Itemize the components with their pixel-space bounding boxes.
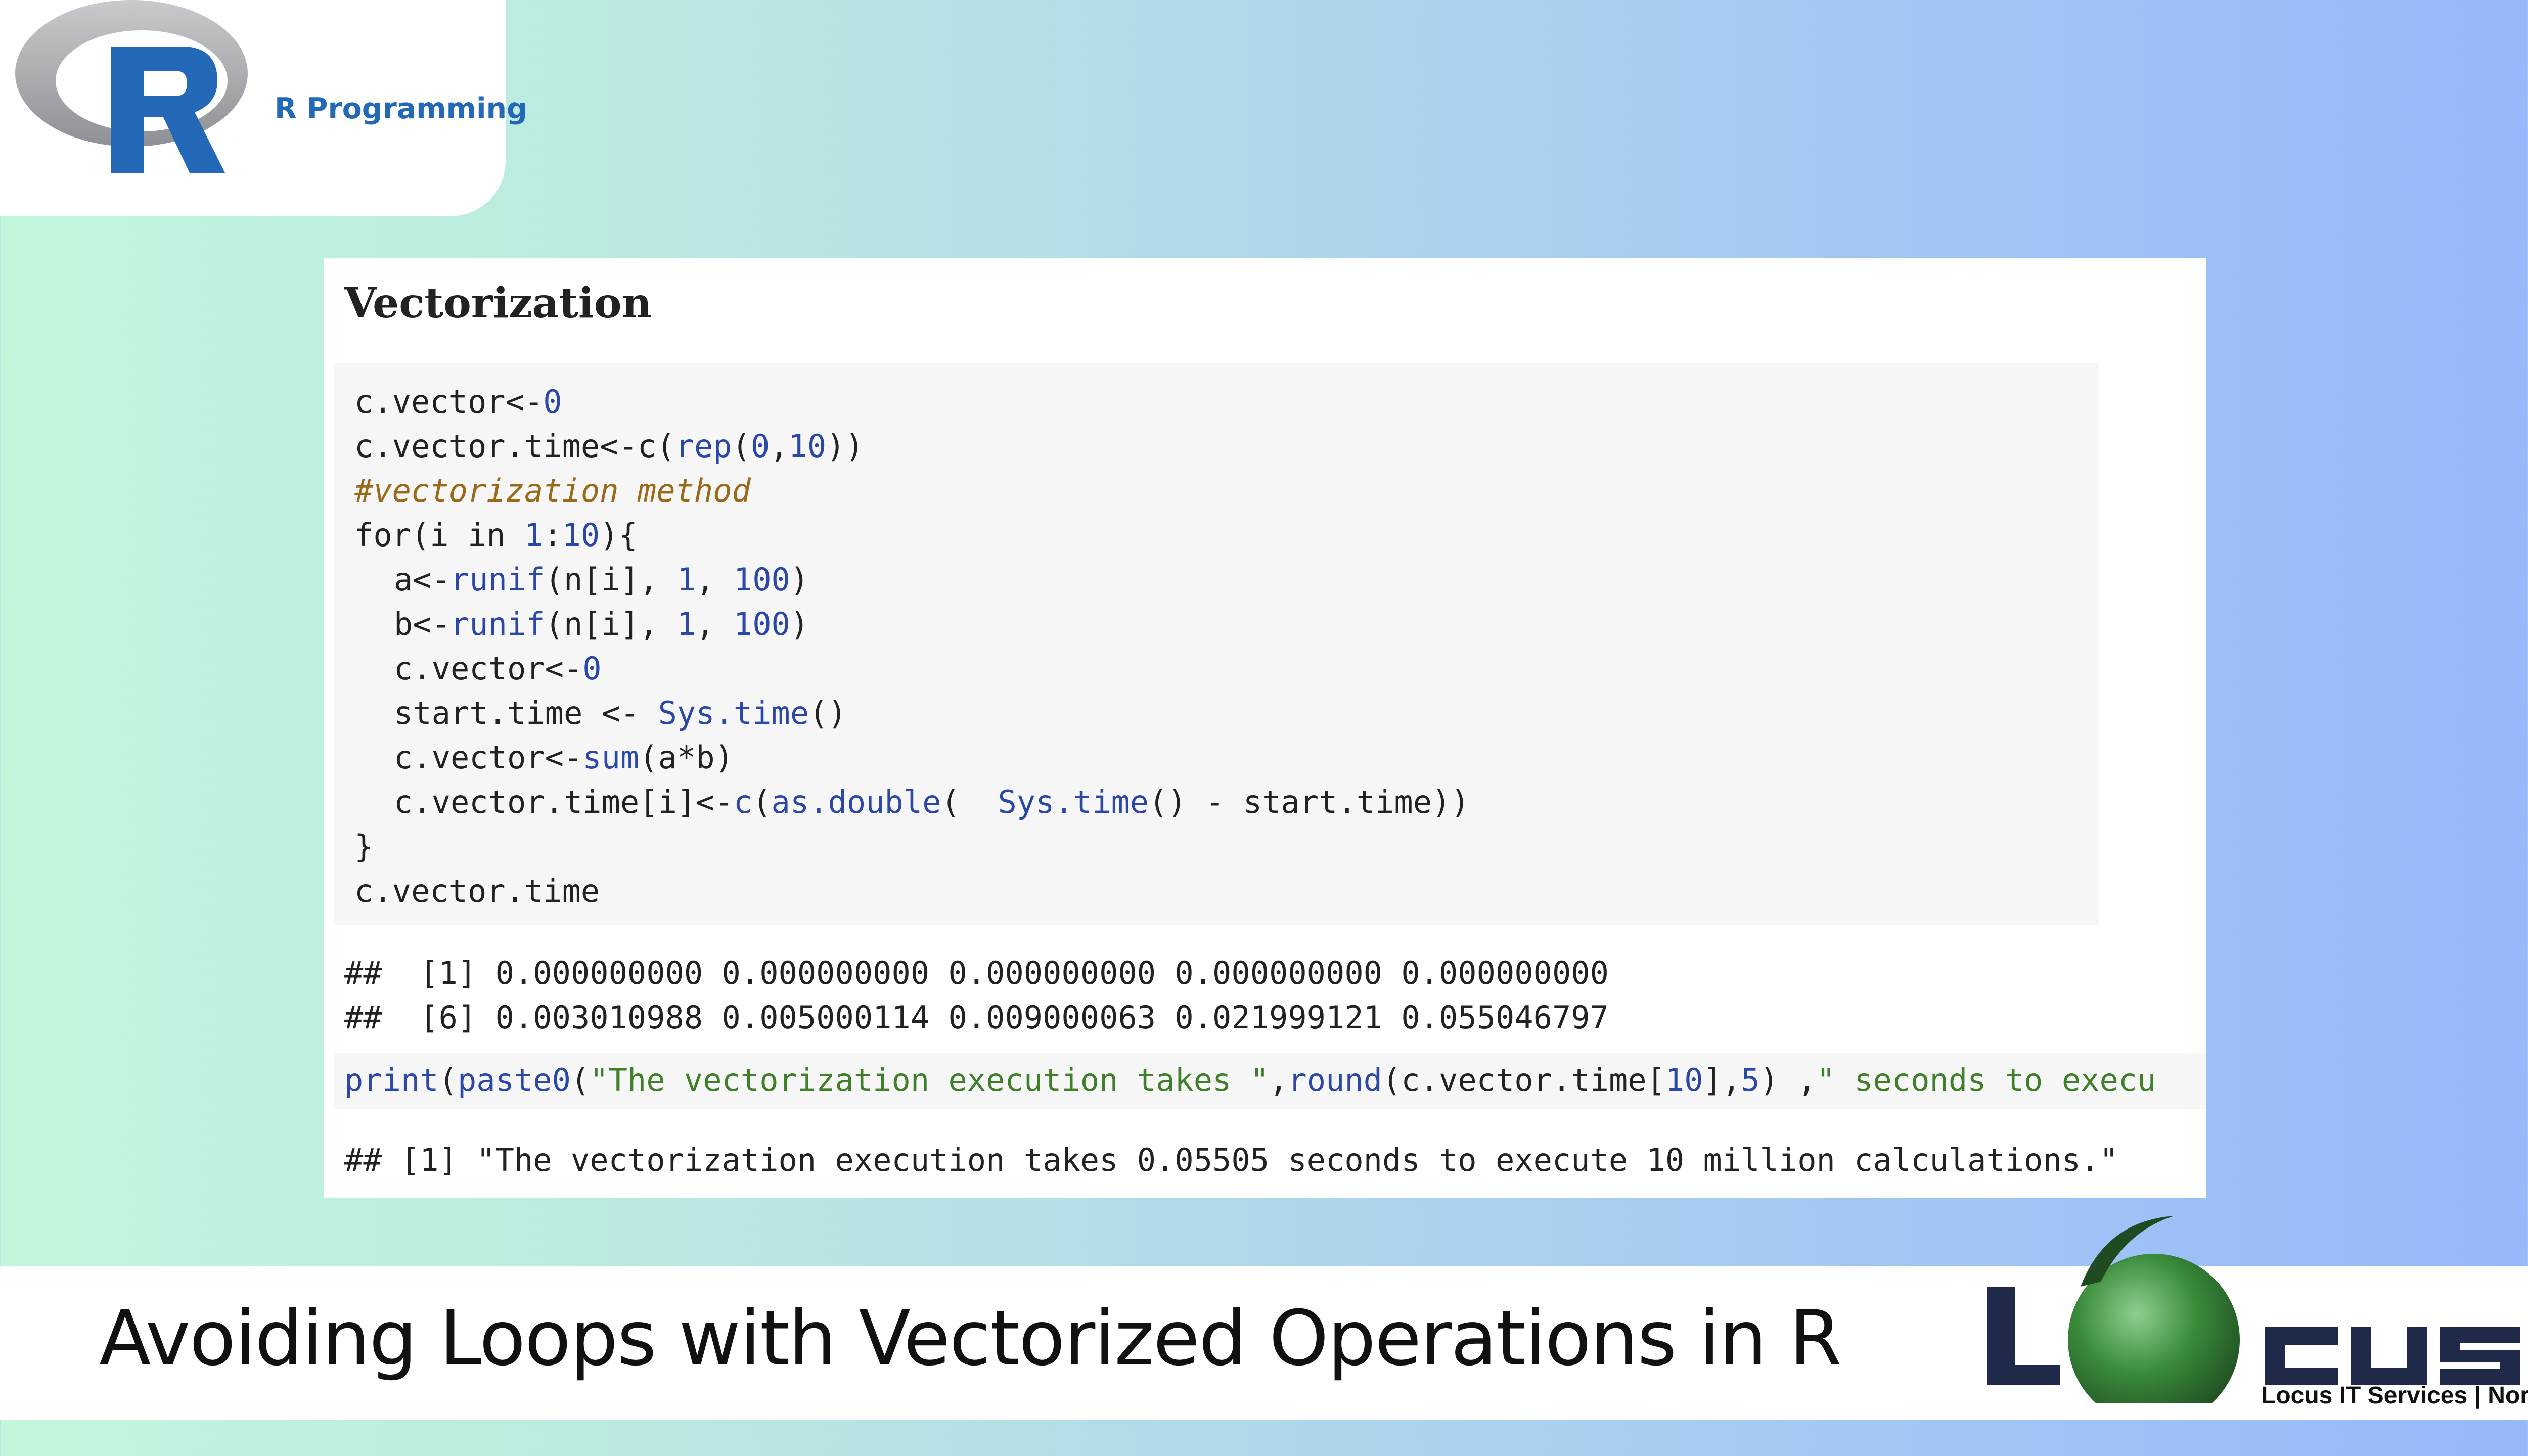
print-code-line: print(paste0("The vectorization executio… — [344, 1062, 2156, 1099]
code-panel: Vectorization c.vector<-0 c.vector.time<… — [324, 258, 2206, 1198]
code-comment: #vectorization method — [354, 472, 751, 509]
banner-title: Avoiding Loops with Vectorized Operation… — [99, 1295, 1842, 1383]
r-logo-icon — [15, 0, 248, 173]
panel-title: Vectorization — [344, 279, 652, 328]
code-line-7: c.vector<-0 — [394, 650, 602, 687]
r-logo-card: R Programming — [0, 0, 527, 216]
code-line-9: c.vector<-sum(a*b) — [394, 739, 734, 776]
locus-logo-icon — [1987, 1216, 2520, 1403]
code-line-6: b<-runif(n[i], 1, 100) — [394, 606, 809, 643]
code-line-2: c.vector.time<-c(rep(0,10)) — [354, 428, 864, 465]
code-block: c.vector<-0 c.vector.time<-c(rep(0,10)) … — [334, 363, 2099, 925]
r-logo-label: R Programming — [275, 92, 527, 125]
code-line-8: start.time <- Sys.time() — [394, 695, 847, 732]
code-line-11: } — [354, 828, 374, 865]
output-line-1: ## [1] 0.000000000 0.000000000 0.0000000… — [344, 954, 1609, 991]
print-code-block: print(paste0("The vectorization executio… — [334, 1053, 2206, 1109]
code-line-10: c.vector.time[i]<-c(as.double( Sys.time(… — [394, 784, 1470, 821]
print-output-line: ## [1] "The vectorization execution take… — [344, 1142, 2118, 1178]
output-line-2: ## [6] 0.003010988 0.005000114 0.0090000… — [344, 999, 1609, 1036]
code-line-1: c.vector<-0 — [354, 383, 562, 420]
code-line-5: a<-runif(n[i], 1, 100) — [394, 561, 809, 598]
code-line-4: for(i in 1:10){ — [354, 517, 638, 554]
locus-subtitle: Locus IT Services | Nordic — [2261, 1382, 2528, 1409]
code-line-12: c.vector.time — [354, 873, 600, 909]
